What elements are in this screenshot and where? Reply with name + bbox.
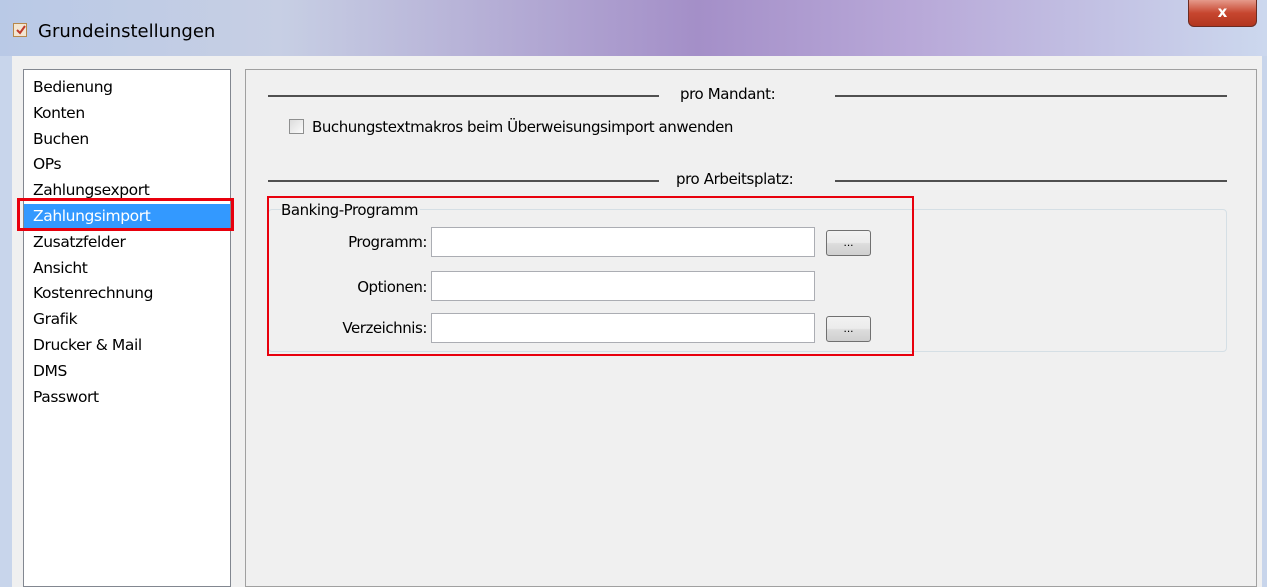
category-item-dms[interactable]: DMS — [24, 359, 230, 385]
programm-browse-button[interactable]: ... — [826, 230, 871, 256]
close-button[interactable]: x — [1188, 0, 1257, 27]
category-item-buchen[interactable]: Buchen — [24, 127, 230, 153]
category-item-zahlungsimport[interactable]: Zahlungsimport — [24, 203, 230, 230]
separator-line-right — [835, 180, 1227, 182]
section-label-pro-mandant: pro Mandant: — [680, 85, 776, 103]
category-item-drucker-mail[interactable]: Drucker & Mail — [24, 333, 230, 359]
title-bar[interactable]: Grundeinstellungen x — [0, 0, 1267, 56]
separator-line-left — [268, 95, 659, 97]
programm-input[interactable] — [431, 227, 815, 257]
settings-window: Grundeinstellungen x Bedienung Konten Bu… — [0, 0, 1267, 587]
section-label-pro-arbeitsplatz: pro Arbeitsplatz: — [676, 170, 794, 188]
buchungstextmakros-checkbox[interactable] — [289, 119, 304, 134]
programm-label: Programm: — [348, 233, 427, 251]
category-item-kostenrechnung[interactable]: Kostenrechnung — [24, 281, 230, 307]
banking-program-group-title: Banking-Programm — [281, 201, 420, 219]
category-item-zusatzfelder[interactable]: Zusatzfelder — [24, 230, 230, 256]
category-item-ansicht[interactable]: Ansicht — [24, 256, 230, 282]
category-item-konten[interactable]: Konten — [24, 101, 230, 127]
buchungstextmakros-checkbox-label[interactable]: Buchungstextmakros beim Überweisungsimpo… — [312, 118, 733, 136]
optionen-label: Optionen: — [357, 278, 427, 296]
separator-line-left — [268, 180, 659, 182]
verzeichnis-label: Verzeichnis: — [342, 319, 427, 337]
category-item-ops[interactable]: OPs — [24, 152, 230, 178]
separator-line-right — [835, 95, 1227, 97]
category-item-bedienung[interactable]: Bedienung — [24, 75, 230, 101]
settings-checklist-icon — [13, 23, 27, 37]
category-list[interactable]: Bedienung Konten Buchen OPs Zahlungsexpo… — [23, 69, 231, 587]
optionen-input[interactable] — [431, 271, 815, 301]
category-item-grafik[interactable]: Grafik — [24, 307, 230, 333]
window-title: Grundeinstellungen — [38, 21, 216, 42]
category-item-passwort[interactable]: Passwort — [24, 385, 230, 411]
category-item-zahlungsexport[interactable]: Zahlungsexport — [24, 178, 230, 204]
verzeichnis-input[interactable] — [431, 313, 815, 343]
verzeichnis-browse-button[interactable]: ... — [826, 316, 871, 342]
